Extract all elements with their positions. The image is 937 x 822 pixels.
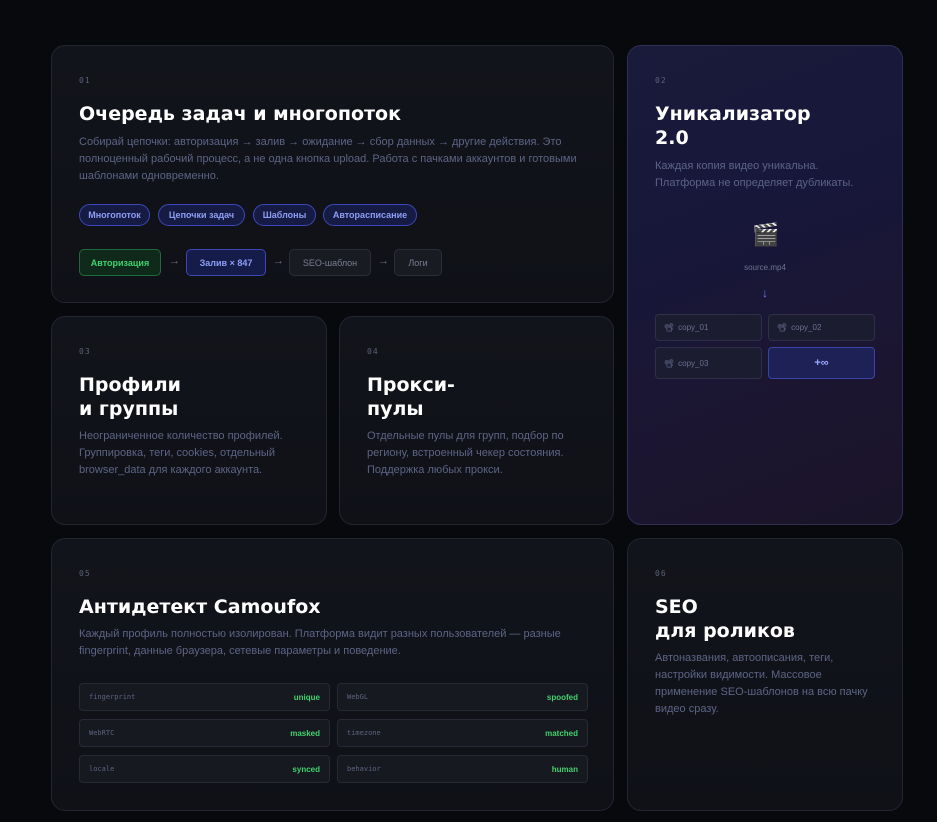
pipeline-step-upload[interactable]: Залив × 847 <box>186 249 266 276</box>
card-description: Собирай цепочки: авторизация → залив → о… <box>79 136 577 182</box>
card-title-line1: Профили <box>79 374 181 396</box>
card-description: Отдельные пулы для групп, подбор по реги… <box>367 430 564 476</box>
param-key: locale <box>89 765 115 773</box>
arrow-icon: → <box>378 255 389 267</box>
param-row-webgl: WebGL spoofed <box>337 683 588 711</box>
card-title-line1: SEO <box>655 596 698 618</box>
copy-label: copy_01 <box>678 323 709 332</box>
card-title-line1: Прокси- <box>367 374 455 396</box>
source-file-name: source.mp4 <box>744 263 786 272</box>
param-value: spoofed <box>546 692 578 702</box>
projector-icon: 📽 <box>664 323 675 332</box>
card-title-line2: и группы <box>79 398 179 420</box>
copy-item[interactable]: 📽 copy_03 <box>655 347 762 379</box>
card-description: Автоназвания, автоописания, теги, настро… <box>655 652 868 715</box>
card-description: Каждый профиль полностью изолирован. Пла… <box>79 628 561 657</box>
param-value: synced <box>292 764 320 774</box>
copy-item[interactable]: 📽 copy_02 <box>768 314 875 341</box>
copy-item[interactable]: 📽 copy_01 <box>655 314 762 341</box>
param-value: human <box>551 764 578 774</box>
card-number: 01 <box>79 76 91 85</box>
card-seo: 06 SEO для роликов Автоназвания, автоопи… <box>627 538 903 811</box>
card-number: 06 <box>655 569 667 578</box>
param-key: behavior <box>347 765 381 773</box>
card-uniqualizer: 02 Уникализатор 2.0 Каждая копия видео у… <box>627 45 903 525</box>
chip-multithread[interactable]: Многопоток <box>79 204 150 226</box>
param-value: masked <box>290 728 320 738</box>
card-title-line2: для роликов <box>655 620 795 642</box>
chip-templates[interactable]: Шаблоны <box>253 204 316 226</box>
clapperboard-icon: 🎬 <box>752 222 780 247</box>
param-row-locale: locale synced <box>79 755 330 783</box>
copy-label: copy_03 <box>678 358 709 368</box>
card-number: 02 <box>655 76 667 85</box>
projector-icon: 📽 <box>664 358 675 368</box>
copy-more-button[interactable]: +∞ <box>768 347 875 379</box>
card-number: 05 <box>79 569 91 578</box>
card-task-queue: 01 Очередь задач и многопоток Собирай це… <box>51 45 614 303</box>
card-proxy-pools: 04 Прокси- пулы Отдельные пулы для групп… <box>339 316 614 525</box>
card-number: 03 <box>79 347 91 356</box>
card-title: Антидетект Camoufox <box>79 596 321 618</box>
param-row-webrtc: WebRTC masked <box>79 719 330 747</box>
copy-label: copy_02 <box>791 323 822 332</box>
card-description: Неограниченное количество профилей. Груп… <box>79 430 283 476</box>
param-key: WebGL <box>347 693 369 701</box>
pipeline-step-logs[interactable]: Логи <box>394 249 442 276</box>
param-row-timezone: timezone matched <box>337 719 588 747</box>
pipeline-step-seo[interactable]: SEO-шаблон <box>289 249 371 276</box>
projector-icon: 📽 <box>777 323 788 332</box>
param-value: unique <box>293 692 320 702</box>
card-description: Каждая копия видео уникальна. Платформа … <box>655 160 854 189</box>
param-key: WebRTC <box>89 729 115 737</box>
card-antidetect: 05 Антидетект Camoufox Каждый профиль по… <box>51 538 614 811</box>
card-title: Очередь задач и многопоток <box>79 103 401 125</box>
arrow-icon: → <box>273 255 284 267</box>
card-title-line2: 2.0 <box>655 127 689 149</box>
param-key: timezone <box>347 729 381 737</box>
pipeline-step-auth[interactable]: Авторизация <box>79 249 161 276</box>
param-row-fingerprint: fingerprint unique <box>79 683 330 711</box>
chip-autoschedule[interactable]: Авторасписание <box>323 204 417 226</box>
arrow-icon: → <box>169 255 180 267</box>
card-title-line1: Уникализатор <box>655 103 811 125</box>
param-row-behavior: behavior human <box>337 755 588 783</box>
chip-task-chains[interactable]: Цепочки задач <box>158 204 245 226</box>
param-value: matched <box>545 728 578 738</box>
arrow-down-icon: ↓ <box>762 286 768 300</box>
param-key: fingerprint <box>89 693 136 701</box>
card-title-line2: пулы <box>367 398 424 420</box>
card-number: 04 <box>367 347 379 356</box>
card-profiles: 03 Профили и группы Неограниченное колич… <box>51 316 327 525</box>
